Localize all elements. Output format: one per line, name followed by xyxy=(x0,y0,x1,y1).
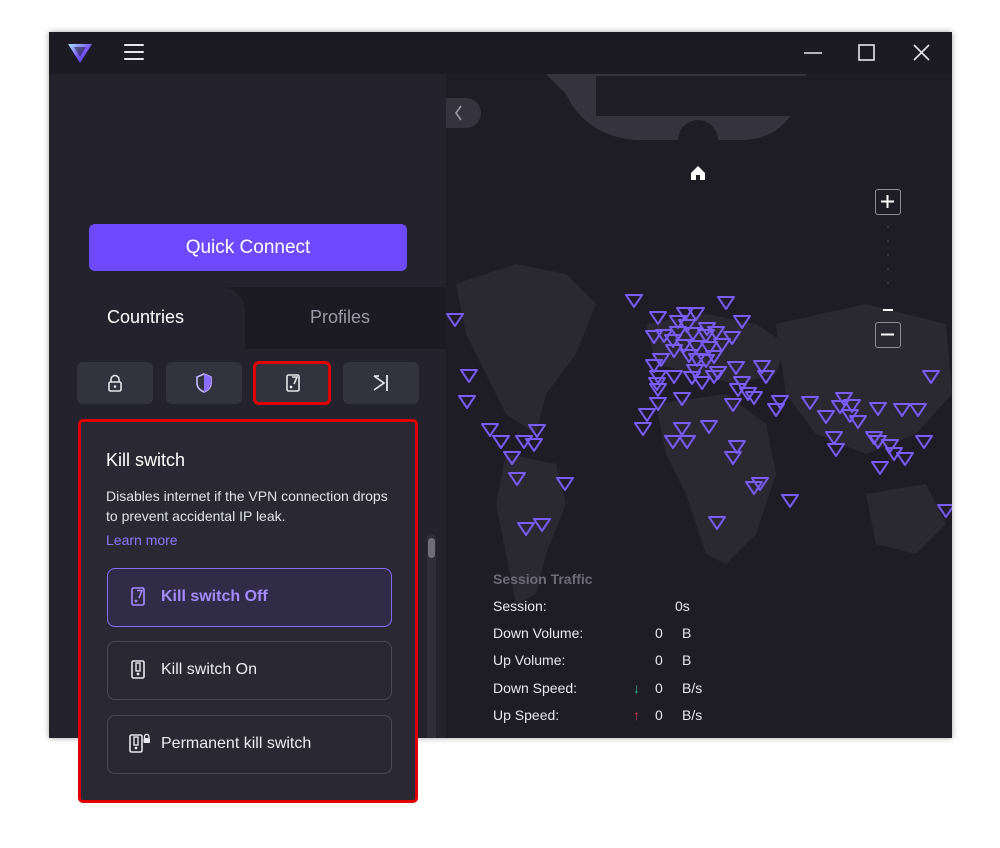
traffic-unit: B xyxy=(682,625,692,642)
server-pin-icon[interactable] xyxy=(687,307,705,321)
server-pin-icon[interactable] xyxy=(665,370,683,384)
split-tunneling-button[interactable] xyxy=(343,362,419,404)
popover-description: Disables internet if the VPN connection … xyxy=(106,488,388,524)
traffic-value: 0 xyxy=(655,679,663,696)
traffic-value: 0 xyxy=(655,625,663,642)
tab-profiles[interactable]: Profiles xyxy=(310,307,370,328)
server-pin-icon[interactable] xyxy=(771,395,789,409)
server-pin-icon[interactable] xyxy=(503,451,521,465)
server-pin-icon[interactable] xyxy=(825,431,843,445)
server-pin-icon[interactable] xyxy=(673,422,691,436)
server-pin-icon[interactable] xyxy=(693,376,711,390)
kill-switch-on-icon xyxy=(131,660,145,679)
server-pin-icon[interactable] xyxy=(664,435,682,449)
server-pin-icon[interactable] xyxy=(673,392,691,406)
server-pin-icon[interactable] xyxy=(649,311,667,325)
server-pin-icon[interactable] xyxy=(638,408,656,422)
server-pin-icon[interactable] xyxy=(871,461,889,475)
kill-switch-popover: Kill switch Disables internet if the VPN… xyxy=(78,419,418,803)
traffic-label: Up Volume: xyxy=(493,652,566,669)
server-pin-icon[interactable] xyxy=(893,403,911,417)
popover-title: Kill switch xyxy=(106,450,186,470)
proton-vpn-logo-icon xyxy=(68,44,92,63)
traffic-value: 0 xyxy=(655,706,663,723)
server-pin-icon[interactable] xyxy=(849,415,867,429)
shield-icon xyxy=(196,373,212,393)
server-pin-icon[interactable] xyxy=(909,403,927,417)
server-pin-icon[interactable] xyxy=(525,438,543,452)
netshield-button[interactable] xyxy=(166,362,242,404)
server-pin-icon[interactable] xyxy=(517,522,535,536)
server-pin-icon[interactable] xyxy=(881,439,899,453)
session-traffic-title: Session Traffic xyxy=(493,571,593,587)
server-pin-icon[interactable] xyxy=(757,370,775,384)
kill-switch-on-label: Kill switch On xyxy=(161,661,258,678)
learn-more-link[interactable]: Learn more xyxy=(106,532,178,548)
server-pin-icon[interactable] xyxy=(896,452,914,466)
server-pin-icon[interactable] xyxy=(700,341,718,355)
lock-icon xyxy=(108,374,122,392)
kill-switch-off-label: Kill switch Off xyxy=(161,588,268,605)
server-pin-icon[interactable] xyxy=(827,443,845,457)
server-pin-icon[interactable] xyxy=(733,315,751,329)
server-pin-icon[interactable] xyxy=(869,402,887,416)
server-pin-icon[interactable] xyxy=(937,504,952,518)
server-pin-icon[interactable] xyxy=(460,369,478,383)
kill-switch-off-icon xyxy=(131,587,145,606)
traffic-arrow: ↑ xyxy=(633,706,640,723)
server-pin-icon[interactable] xyxy=(724,398,742,412)
sidebar-scrollbar[interactable] xyxy=(427,534,436,738)
server-pin-icon[interactable] xyxy=(724,451,742,465)
server-pin-icon[interactable] xyxy=(727,361,745,375)
server-pin-icon[interactable] xyxy=(508,472,526,486)
server-pin-icon[interactable] xyxy=(533,518,551,532)
kill-switch-off-option[interactable]: Kill switch Off xyxy=(107,568,392,627)
traffic-value: 0s xyxy=(675,598,690,614)
secure-core-button[interactable] xyxy=(77,362,153,404)
traffic-arrow: ↓ xyxy=(633,679,640,696)
server-pin-icon[interactable] xyxy=(817,410,835,424)
tab-countries[interactable]: Countries xyxy=(107,307,184,328)
menu-button[interactable] xyxy=(122,42,146,62)
server-pin-icon[interactable] xyxy=(492,435,510,449)
server-pin-icon[interactable] xyxy=(781,494,799,508)
server-pin-icon[interactable] xyxy=(556,477,574,491)
server-pin-icon[interactable] xyxy=(700,420,718,434)
kill-switch-on-option[interactable]: Kill switch On xyxy=(107,641,392,700)
traffic-unit: B/s xyxy=(682,679,703,696)
server-pin-icon[interactable] xyxy=(922,370,940,384)
traffic-value: 0 xyxy=(655,652,663,669)
permanent-kill-switch-option[interactable]: Permanent kill switch xyxy=(107,715,392,774)
arrow-to-bar-icon xyxy=(373,375,388,391)
traffic-label: Down Volume: xyxy=(493,625,584,642)
kill-switch-highlight xyxy=(253,361,331,405)
world-map[interactable]: Session Traffic Session: 0s Down Volume: 0 B… xyxy=(446,74,952,738)
permanent-kill-switch-label: Permanent kill switch xyxy=(161,735,312,752)
traffic-unit: B/s xyxy=(682,706,703,723)
server-pin-icon[interactable] xyxy=(717,296,735,310)
traffic-label: Up Speed: xyxy=(493,706,560,723)
quick-connect-button[interactable]: Quick Connect xyxy=(89,224,407,271)
server-pin-icon[interactable] xyxy=(767,403,785,417)
server-pin-icon[interactable] xyxy=(634,422,652,436)
server-pin-icon[interactable] xyxy=(481,423,499,437)
server-pin-icon[interactable] xyxy=(915,435,933,449)
minimize-button[interactable] xyxy=(799,40,827,66)
maximize-button[interactable] xyxy=(852,40,880,66)
traffic-label: Session: xyxy=(493,598,547,614)
server-pin-icon[interactable] xyxy=(680,349,698,363)
server-pin-icon[interactable] xyxy=(705,350,723,364)
traffic-unit: B xyxy=(682,652,692,669)
close-button[interactable] xyxy=(907,40,935,66)
server-pin-icon[interactable] xyxy=(801,396,819,410)
server-pin-icon[interactable] xyxy=(625,294,643,308)
title-bar xyxy=(49,32,952,74)
server-pin-icon[interactable] xyxy=(458,395,476,409)
server-pin-icon[interactable] xyxy=(446,313,464,327)
permanent-kill-switch-icon xyxy=(129,733,150,753)
traffic-label: Down Speed: xyxy=(493,679,578,696)
server-pin-icon[interactable] xyxy=(708,516,726,530)
server-pin-icon[interactable] xyxy=(713,338,731,352)
server-pin-icon[interactable] xyxy=(678,435,696,449)
